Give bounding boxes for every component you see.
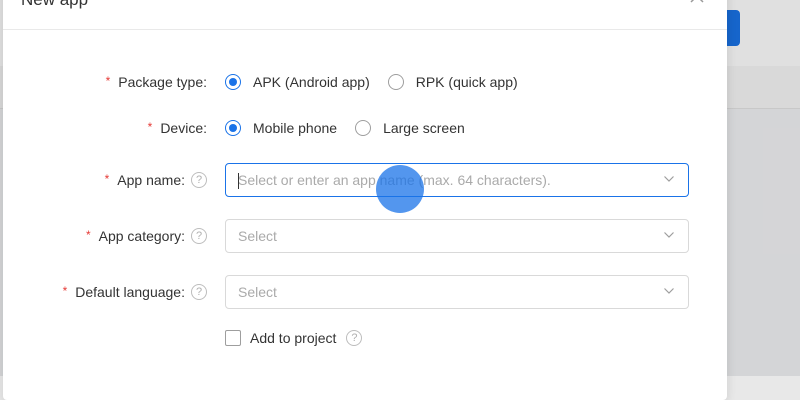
required-marker: *	[85, 228, 91, 242]
default-language-label-text: Default language:	[75, 284, 185, 300]
chevron-down-icon[interactable]	[664, 176, 674, 182]
device-label: * Device:	[148, 120, 207, 136]
radio-button-checked[interactable]	[225, 120, 241, 136]
app-category-select[interactable]: Select	[225, 219, 689, 253]
device-label-text: Device:	[160, 120, 207, 136]
touch-indicator	[376, 165, 424, 213]
add-to-project-label: Add to project	[250, 330, 337, 346]
radio-mobile-phone[interactable]: Mobile phone	[225, 120, 337, 136]
device-radio-group: Mobile phone Large screen	[225, 120, 483, 136]
radio-large-screen-label: Large screen	[383, 120, 465, 136]
app-category-placeholder: Select	[238, 228, 277, 244]
app-category-label-text: App category:	[98, 228, 185, 244]
close-icon[interactable]	[689, 0, 705, 4]
app-name-label-text: App name:	[117, 172, 185, 188]
question-circle-icon[interactable]: ?	[191, 228, 207, 244]
app-category-row: * App category: ? Select	[3, 218, 727, 254]
radio-rpk-label: RPK (quick app)	[415, 74, 518, 90]
package-type-row: * Package type: APK (Android app) RPK (q…	[3, 64, 727, 100]
text-caret	[238, 173, 239, 189]
device-row: * Device: Mobile phone Large screen	[3, 110, 727, 146]
radio-mobile-phone-label: Mobile phone	[253, 120, 338, 136]
app-category-label: * App category: ?	[86, 228, 207, 244]
question-circle-icon[interactable]: ?	[191, 172, 207, 188]
radio-apk[interactable]: APK (Android app)	[225, 74, 370, 90]
default-language-select[interactable]: Select	[225, 275, 689, 309]
required-marker: *	[62, 284, 68, 298]
chevron-down-icon[interactable]	[664, 288, 674, 294]
radio-apk-label: APK (Android app)	[253, 74, 370, 90]
radio-large-screen[interactable]: Large screen	[355, 120, 465, 136]
chevron-down-icon[interactable]	[664, 232, 674, 238]
radio-button[interactable]	[355, 120, 372, 136]
default-language-label: * Default language: ?	[63, 284, 207, 300]
package-type-radio-group: APK (Android app) RPK (quick app)	[225, 74, 536, 90]
default-language-placeholder: Select	[238, 284, 277, 300]
app-name-label: * App name: ?	[105, 172, 207, 188]
radio-button-checked[interactable]	[225, 74, 241, 90]
radio-rpk[interactable]: RPK (quick app)	[387, 74, 518, 90]
required-marker: *	[105, 74, 111, 88]
app-name-select-input[interactable]: Select or enter an app name (max. 64 cha…	[225, 163, 689, 197]
new-app-dialog: New app * Package type: APK (Android app…	[3, 0, 727, 400]
question-circle-icon[interactable]: ?	[191, 284, 207, 300]
default-language-row: * Default language: ? Select	[3, 274, 727, 310]
add-to-project-option[interactable]: Add to project ?	[225, 330, 363, 346]
required-marker: *	[104, 172, 110, 186]
required-marker: *	[147, 120, 153, 134]
add-to-project-row: Add to project ?	[3, 320, 727, 356]
package-type-label-text: Package type:	[118, 74, 207, 90]
dialog-title: New app	[21, 0, 88, 10]
question-circle-icon[interactable]: ?	[346, 330, 363, 346]
add-to-project-checkbox[interactable]	[225, 330, 241, 346]
radio-button[interactable]	[387, 74, 404, 90]
app-name-row: * App name: ? Select or enter an app nam…	[3, 162, 727, 198]
package-type-label: * Package type:	[106, 74, 207, 90]
dialog-divider	[3, 29, 727, 30]
